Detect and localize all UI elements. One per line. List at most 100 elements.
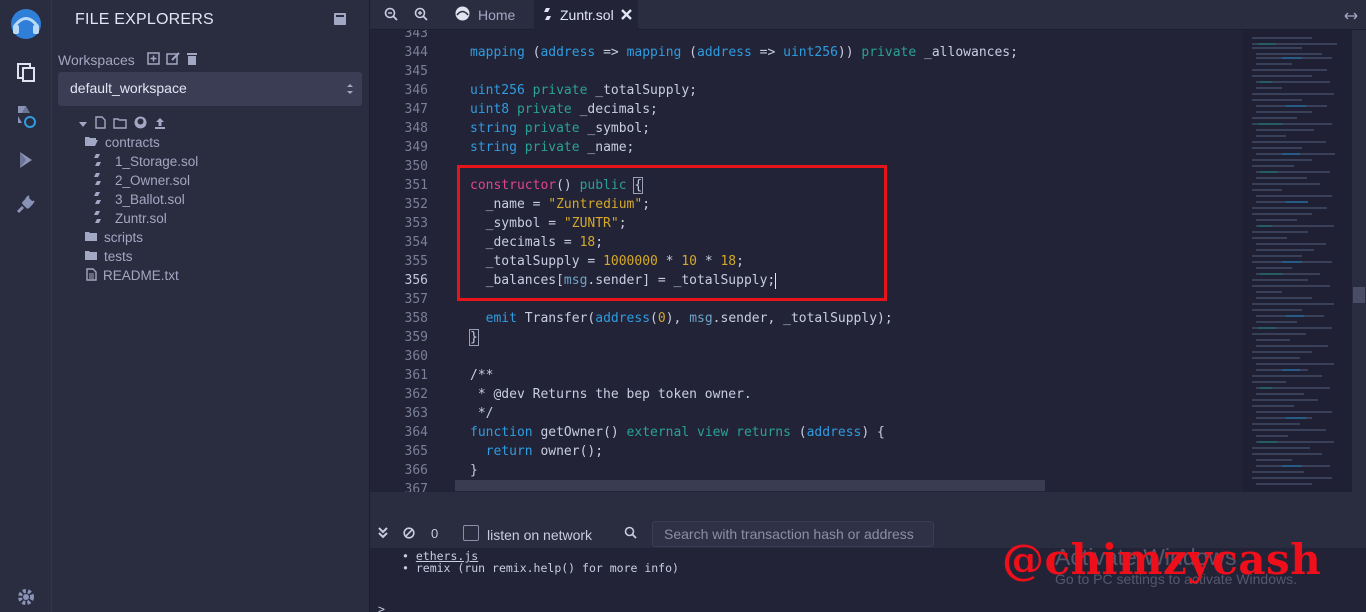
code-text: emit Transfer(address(0), msg.sender, _t… (485, 311, 893, 326)
code-text: function getOwner() external view return… (470, 425, 885, 440)
solidity-compiler-icon[interactable] (12, 103, 40, 131)
solidity-file-icon (94, 154, 103, 169)
code-text: /** (470, 368, 494, 383)
file-item[interactable]: 2_Owner.sol (94, 171, 190, 190)
upload-icon[interactable] (154, 116, 166, 134)
file-label: 2_Owner.sol (115, 173, 191, 188)
file-item-readme[interactable]: README.txt (86, 266, 179, 285)
file-label: Zuntr.sol (115, 211, 167, 226)
code-text: string private _symbol; (470, 121, 651, 136)
folder-icon (84, 230, 98, 245)
book-icon[interactable] (333, 12, 347, 26)
line-number: 354 (404, 235, 428, 250)
line-number: 364 (404, 425, 428, 440)
plugin-manager-icon[interactable] (12, 190, 40, 218)
close-icon[interactable] (620, 7, 632, 23)
line-number-current: 356 (404, 273, 428, 288)
zoom-in-icon[interactable] (414, 7, 428, 26)
code-text: string private _name; (470, 140, 635, 155)
icon-rail (0, 0, 52, 612)
line-number: 361 (404, 368, 428, 383)
file-label: 1_Storage.sol (115, 154, 199, 169)
remix-home-icon (454, 5, 471, 25)
code-text: uint256 private _totalSupply; (470, 83, 697, 98)
line-number: 348 (404, 121, 428, 136)
line-number: 367 (404, 482, 428, 492)
remix-help-text: remix (run remix.help() for more info) (415, 561, 679, 575)
file-explorer-panel: FILE EXPLORERS Workspaces default_worksp… (52, 0, 370, 612)
line-number: 351 (404, 178, 428, 193)
new-folder-icon[interactable] (113, 116, 127, 134)
collapse-caret-icon[interactable] (78, 116, 88, 134)
highlight-box (457, 165, 887, 301)
code-text: */ (470, 406, 494, 421)
new-file-icon[interactable] (95, 116, 106, 134)
solidity-file-icon (544, 7, 553, 23)
file-label: README.txt (103, 268, 179, 283)
list-item: • remix (run remix.help() for more info) (402, 561, 679, 575)
search-icon (624, 526, 637, 544)
vertical-scroll-thumb[interactable] (1353, 287, 1365, 303)
line-number: 352 (404, 197, 428, 212)
deploy-run-icon[interactable] (12, 146, 40, 174)
file-item[interactable]: 3_Ballot.sol (94, 190, 185, 209)
minimap[interactable] (1242, 30, 1352, 492)
line-number: 347 (404, 102, 428, 117)
horizontal-scrollbar[interactable] (455, 480, 1045, 491)
workspace-select[interactable]: default_workspace (58, 72, 362, 106)
code-text: mapping (address => mapping (address => … (470, 45, 1018, 60)
folder-contracts[interactable]: contracts (84, 133, 160, 152)
line-number: 355 (404, 254, 428, 269)
line-number: 365 (404, 444, 428, 459)
folder-scripts[interactable]: scripts (84, 228, 143, 247)
delete-workspace-icon[interactable] (186, 52, 198, 70)
line-number: 358 (404, 311, 428, 326)
terminal-prompt[interactable]: > (378, 602, 385, 612)
remix-logo-icon[interactable] (6, 4, 46, 44)
workspaces-label: Workspaces (58, 52, 135, 68)
line-number: 349 (404, 140, 428, 155)
code-text: return owner(); (485, 444, 604, 459)
file-item[interactable]: 1_Storage.sol (94, 152, 198, 171)
search-placeholder: Search with transaction hash or address (664, 526, 914, 542)
code-text: } (470, 463, 478, 478)
zoom-out-icon[interactable] (384, 7, 398, 26)
file-label: 3_Ballot.sol (115, 192, 185, 207)
line-number: 350 (404, 159, 428, 174)
folder-label: tests (104, 249, 133, 264)
line-number: 346 (404, 83, 428, 98)
solidity-file-icon (94, 192, 103, 207)
line-number: 353 (404, 216, 428, 231)
solidity-file-icon (94, 173, 103, 188)
listen-checkbox[interactable] (463, 525, 479, 541)
expand-horizontal-icon[interactable] (1344, 8, 1358, 26)
folder-tests[interactable]: tests (84, 247, 133, 266)
brand-watermark: @chimzycash (1002, 535, 1322, 584)
line-number: 357 (404, 292, 428, 307)
clear-console-icon[interactable] (403, 526, 415, 544)
code-text: * @dev Returns the bep token owner. (470, 387, 752, 402)
tab-zuntr-sol[interactable]: Zuntr.sol (534, 0, 638, 30)
code-text: uint8 private _decimals; (470, 102, 658, 117)
file-item[interactable]: Zuntr.sol (94, 209, 167, 228)
pending-tx-count: 0 (431, 526, 439, 541)
github-icon[interactable] (134, 116, 147, 134)
folder-label: contracts (105, 135, 160, 150)
line-number: 359 (404, 330, 428, 345)
collapse-terminal-icon[interactable] (378, 526, 388, 544)
tab-label: Home (478, 7, 516, 23)
settings-icon[interactable] (12, 583, 40, 611)
transaction-search-input[interactable]: Search with transaction hash or address (652, 521, 934, 547)
file-explorer-icon[interactable] (12, 58, 40, 86)
tab-home[interactable]: Home (448, 0, 521, 30)
code-text: } (469, 329, 479, 346)
tab-bar: Home Zuntr.sol (370, 0, 1366, 30)
line-number: 345 (404, 64, 428, 79)
line-number: 363 (404, 406, 428, 421)
edit-workspace-icon[interactable] (166, 52, 180, 70)
line-number: 344 (404, 45, 428, 60)
line-number: 362 (404, 387, 428, 402)
vertical-scrollbar[interactable] (1352, 30, 1366, 492)
workspace-select-value: default_workspace (70, 80, 187, 96)
add-workspace-icon[interactable] (147, 52, 160, 70)
